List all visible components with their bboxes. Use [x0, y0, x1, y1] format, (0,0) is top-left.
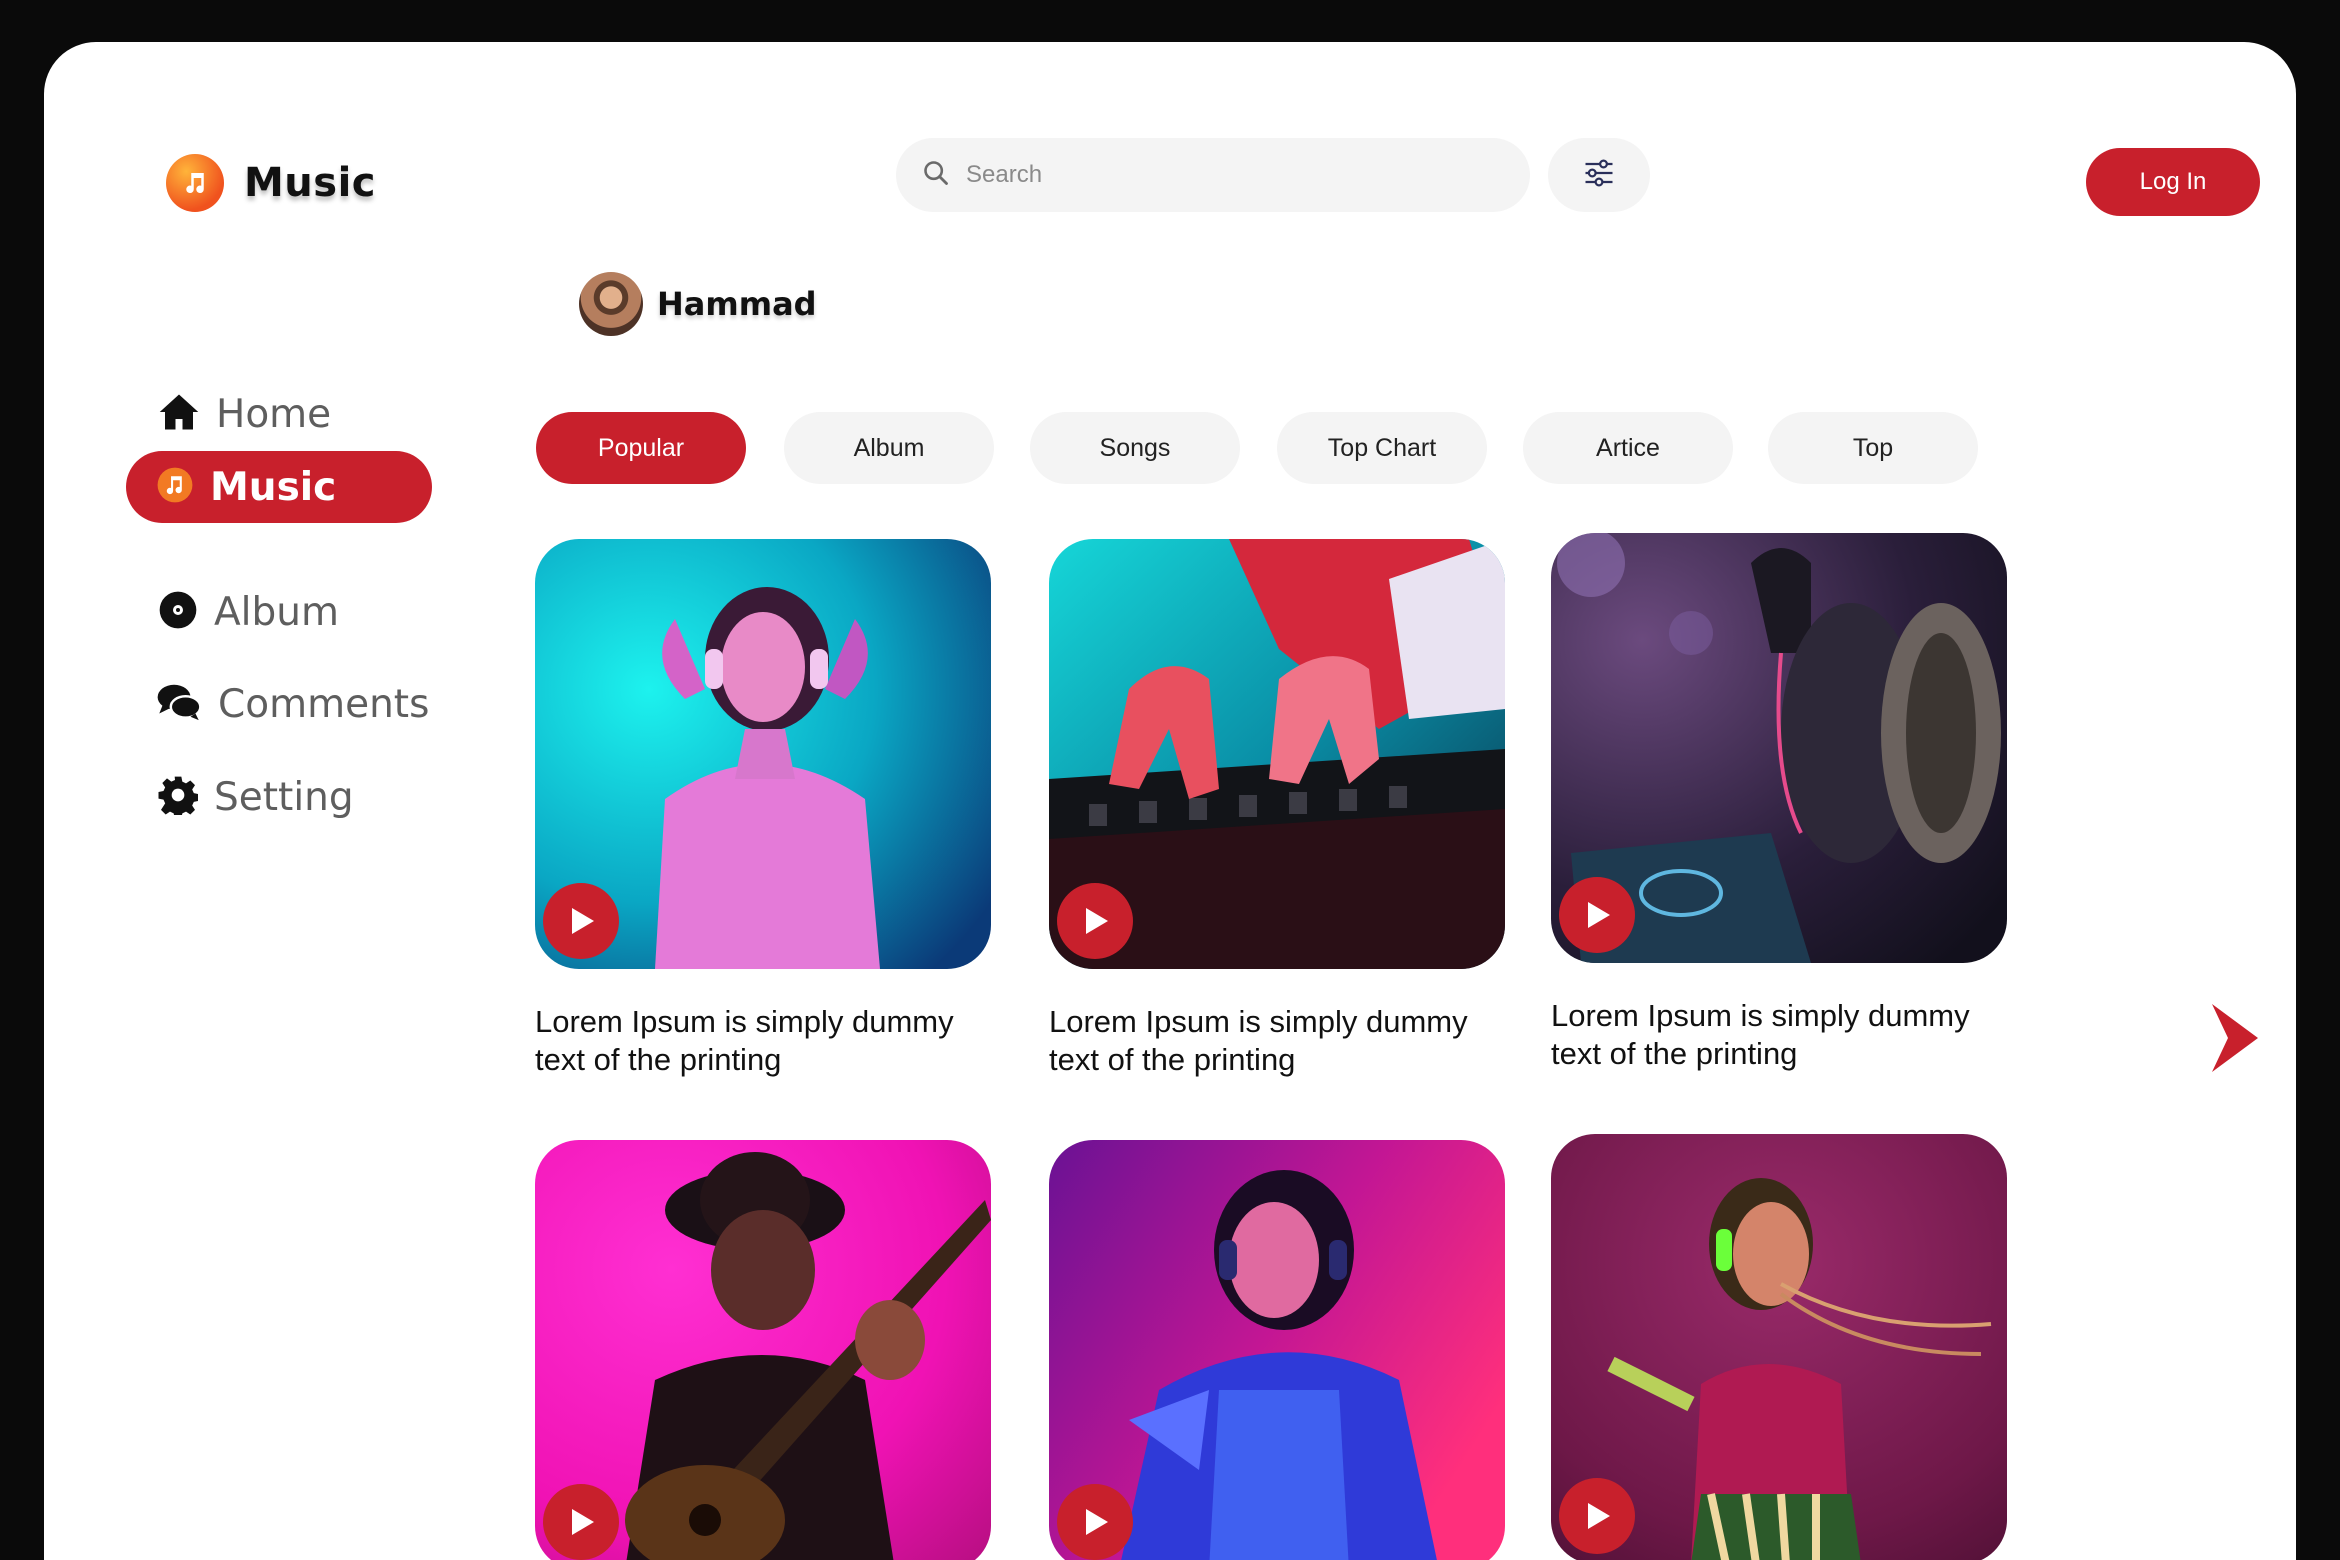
- tab-popular[interactable]: Popular: [536, 412, 746, 484]
- music-card-image[interactable]: [535, 1140, 991, 1560]
- tab-top-chart[interactable]: Top Chart: [1277, 412, 1487, 484]
- card-caption: Lorem Ipsum is simply dummy text of the …: [535, 1004, 954, 1077]
- play-button[interactable]: [1559, 877, 1635, 953]
- tab-artice[interactable]: Artice: [1523, 412, 1733, 484]
- avatar: [579, 272, 643, 336]
- search-icon: [922, 159, 950, 192]
- search-bar[interactable]: [896, 138, 1530, 212]
- music-icon: [156, 466, 194, 509]
- home-icon: [158, 392, 200, 437]
- comments-icon: [156, 682, 202, 727]
- card-caption: Lorem Ipsum is simply dummy text of the …: [1049, 1004, 1468, 1077]
- music-card-image[interactable]: [1049, 1140, 1505, 1560]
- tab-songs[interactable]: Songs: [1030, 412, 1240, 484]
- album-icon: [158, 590, 198, 635]
- tab-top[interactable]: Top: [1768, 412, 1978, 484]
- music-card-image[interactable]: [1049, 539, 1505, 969]
- sidebar-item-label: Comments: [218, 682, 430, 727]
- music-note-icon: [166, 154, 224, 212]
- play-button[interactable]: [1057, 883, 1133, 959]
- play-button[interactable]: [1559, 1478, 1635, 1554]
- app-logo[interactable]: Music: [166, 154, 376, 212]
- sidebar-item-home[interactable]: Home: [158, 392, 331, 437]
- sidebar-item-setting[interactable]: Setting: [158, 775, 354, 820]
- next-arrow-icon[interactable]: [2206, 1002, 2262, 1074]
- filter-button[interactable]: [1548, 138, 1650, 212]
- music-card[interactable]: Lorem Ipsum is simply dummy text of the …: [535, 539, 991, 1079]
- music-card-image[interactable]: [535, 539, 991, 969]
- music-card[interactable]: Lorem Ipsum is simply dummy text of the …: [1049, 539, 1505, 1079]
- search-input[interactable]: [966, 161, 1486, 189]
- sidebar-item-label: Album: [214, 590, 339, 635]
- music-card-image[interactable]: [1551, 1134, 2007, 1560]
- gear-icon: [158, 775, 199, 820]
- music-card[interactable]: [1551, 1134, 2007, 1560]
- card-caption: Lorem Ipsum is simply dummy text of the …: [1551, 998, 1970, 1071]
- sidebar-item-music[interactable]: Music: [126, 451, 432, 523]
- music-card[interactable]: [1049, 1140, 1505, 1560]
- sidebar-item-label: Home: [216, 392, 332, 437]
- app-window: Music Log In Hammad Home Music: [44, 42, 2296, 1560]
- login-button[interactable]: Log In: [2086, 148, 2260, 216]
- app-title: Music: [244, 160, 377, 206]
- user-profile[interactable]: Hammad: [579, 272, 817, 336]
- play-button[interactable]: [543, 1484, 619, 1560]
- music-card-image[interactable]: [1551, 533, 2007, 963]
- sidebar-item-album[interactable]: Album: [158, 590, 339, 635]
- play-button[interactable]: [1057, 1484, 1133, 1560]
- sidebar-item-label: Music: [210, 464, 337, 510]
- user-name: Hammad: [657, 285, 817, 323]
- sidebar-item-comments[interactable]: Comments: [156, 682, 429, 727]
- play-button[interactable]: [543, 883, 619, 959]
- sliders-icon: [1581, 155, 1617, 196]
- music-card[interactable]: [535, 1140, 991, 1560]
- tab-album[interactable]: Album: [784, 412, 994, 484]
- sidebar-item-label: Setting: [214, 775, 354, 820]
- music-card[interactable]: Lorem Ipsum is simply dummy text of the …: [1551, 533, 2007, 1073]
